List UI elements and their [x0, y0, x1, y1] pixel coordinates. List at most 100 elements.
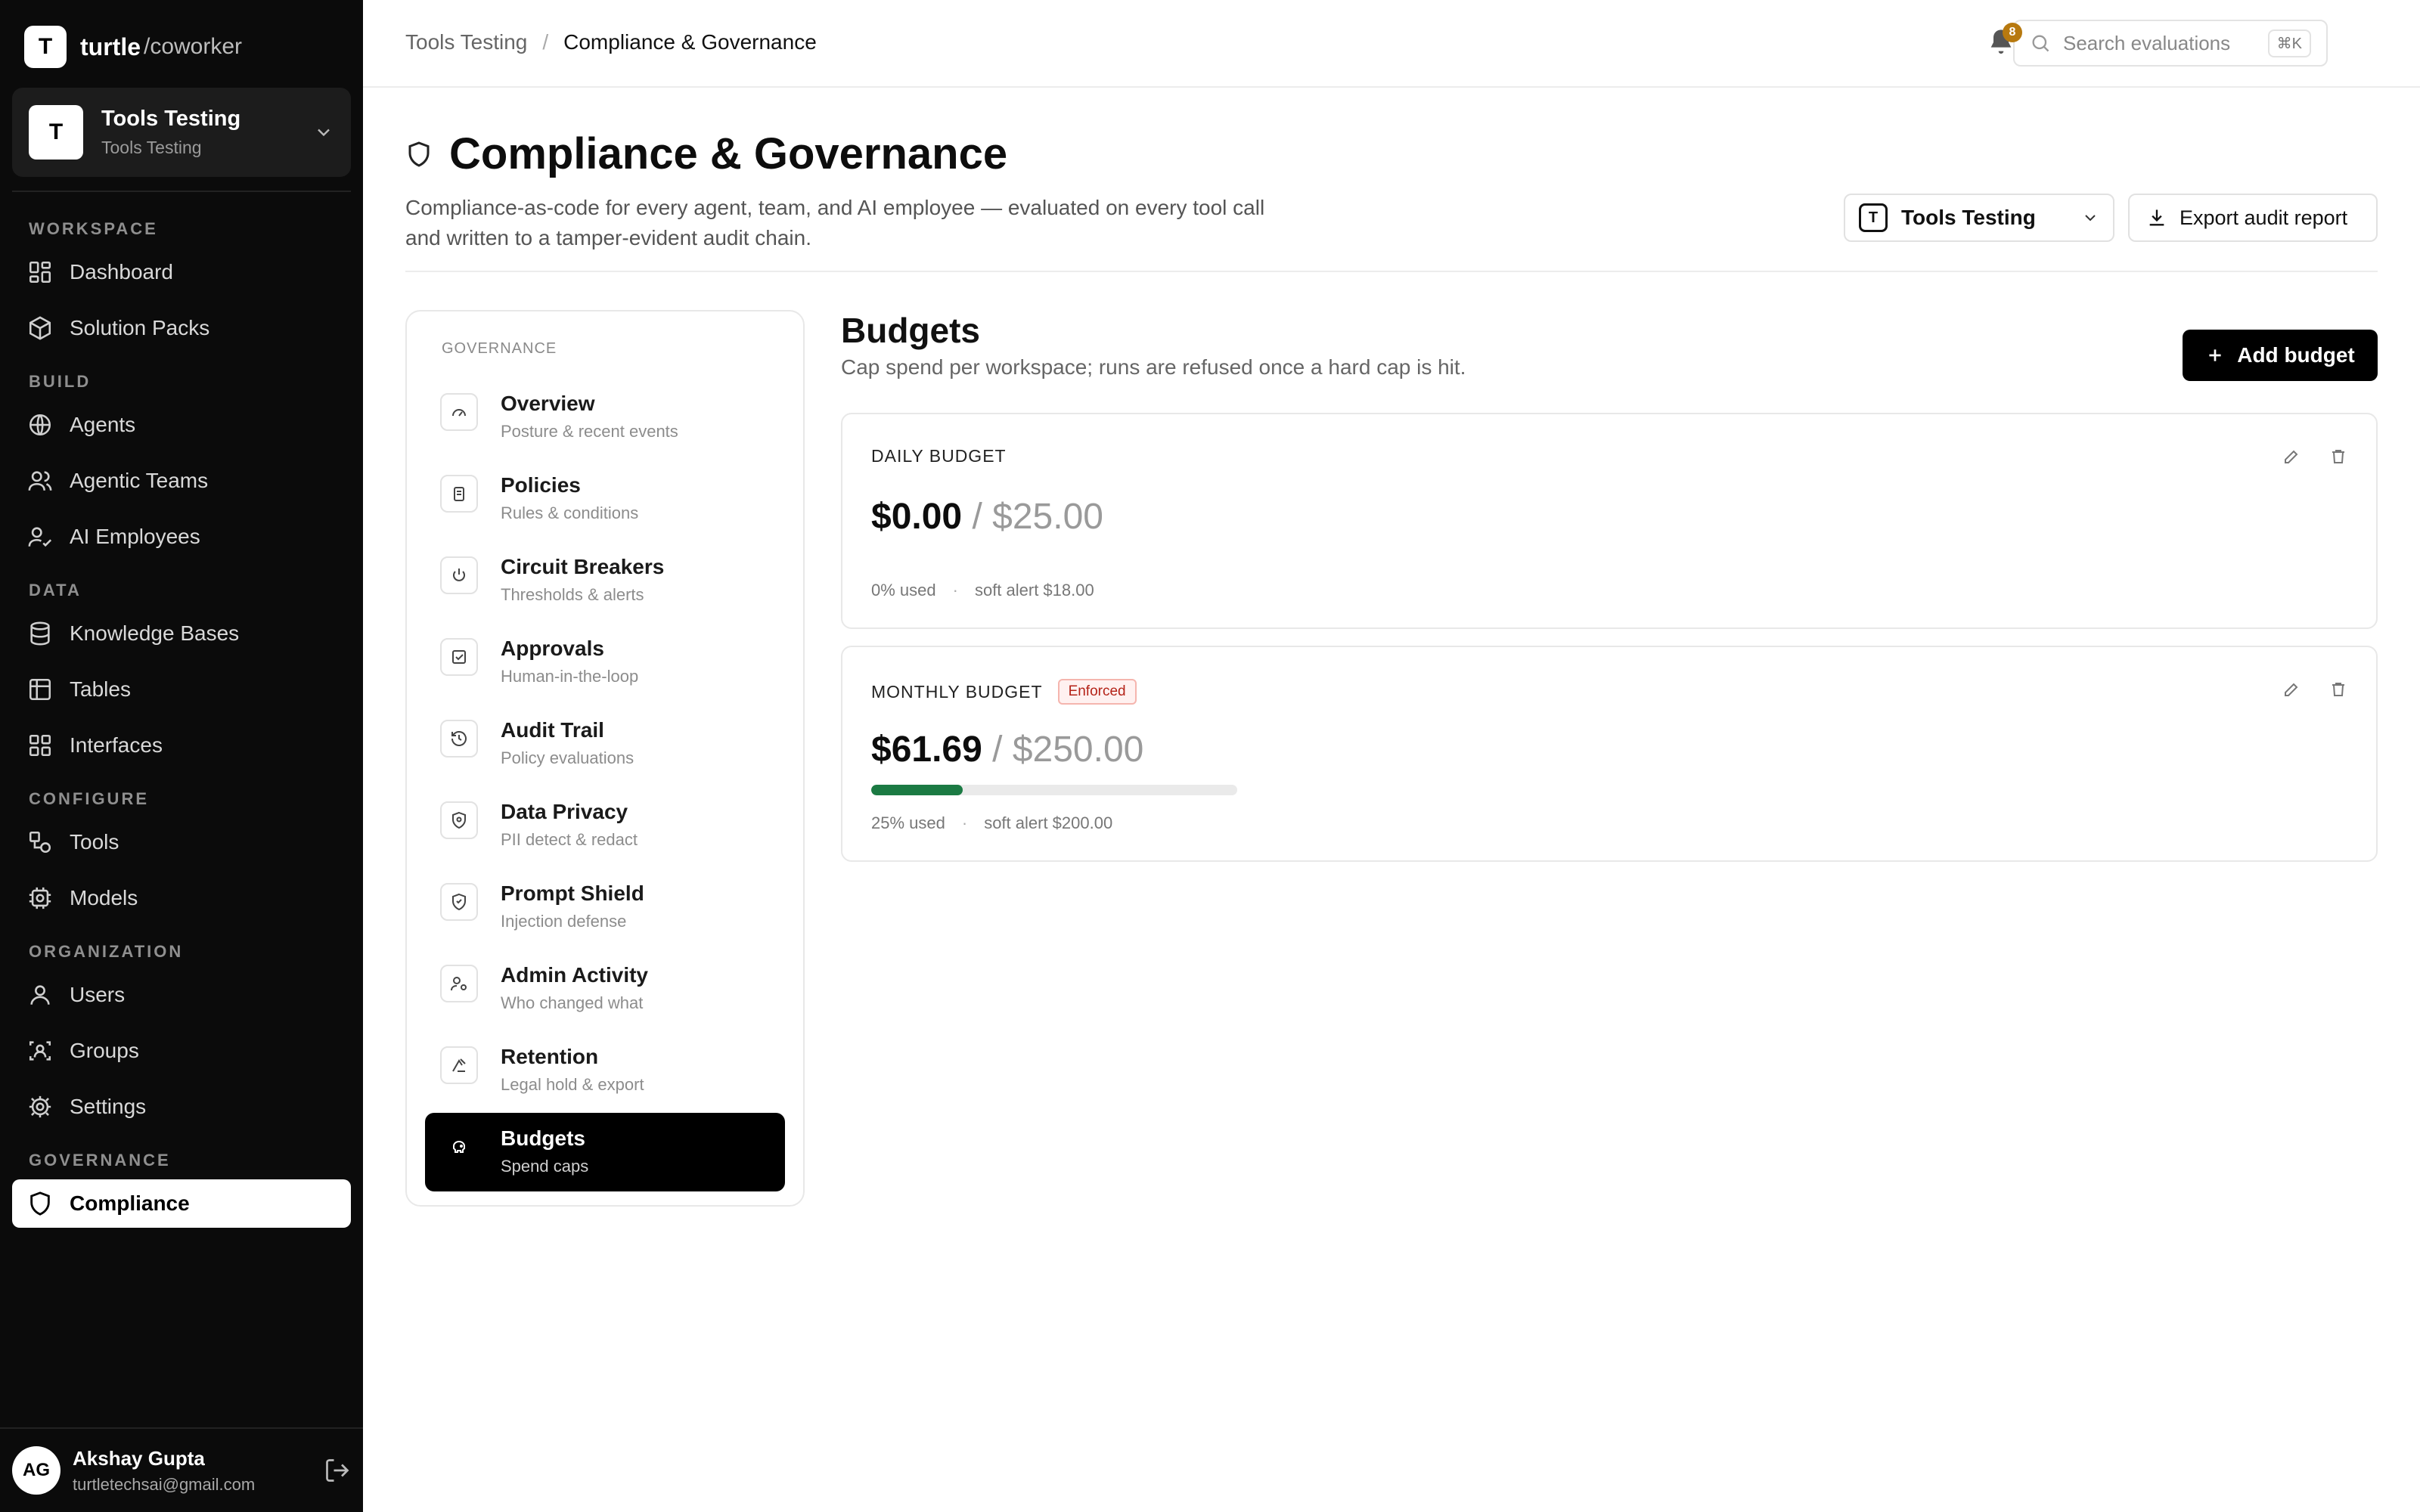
gov-nav-sub: Injection defense: [501, 912, 627, 931]
gov-nav-sub: Rules & conditions: [501, 503, 639, 522]
cpu-icon: [29, 887, 51, 909]
database-icon: [30, 621, 50, 646]
sidebar-item-tables[interactable]: Tables: [12, 665, 351, 714]
trash-icon[interactable]: [2329, 680, 2347, 699]
sidebar-item-ai-employees[interactable]: AI Employees: [12, 513, 351, 561]
section-data: DATA: [29, 581, 82, 600]
download-icon: [2149, 209, 2164, 226]
edit-icon[interactable]: [2282, 680, 2301, 699]
sidebar-item-users[interactable]: Users: [12, 971, 351, 1019]
gov-nav-admin-activity[interactable]: Admin Activity Who changed what: [425, 950, 785, 1028]
sidebar-item-label: Agents: [70, 413, 136, 436]
gov-nav-retention[interactable]: Retention Legal hold & export: [425, 1031, 785, 1110]
gov-nav-audit-trail[interactable]: Audit Trail Policy evaluations: [425, 705, 785, 783]
budget-footer: 25% used · soft alert $200.00: [871, 813, 1113, 832]
breadcrumb-workspace[interactable]: Tools Testing: [405, 30, 527, 54]
workspace-select-avatar: T: [1859, 203, 1888, 232]
shield-alert-icon: [452, 893, 466, 911]
search-input[interactable]: [2063, 31, 2268, 55]
budget-progress-fill: [871, 785, 963, 795]
add-budget-button[interactable]: Add budget: [2183, 330, 2378, 381]
sidebar-item-label: Settings: [70, 1095, 147, 1118]
page-description: Compliance-as-code for every agent, team…: [405, 196, 1265, 249]
sidebar-item-settings[interactable]: Settings: [12, 1083, 351, 1131]
budget-soft-alert: soft alert $200.00: [984, 813, 1113, 832]
section-build: BUILD: [29, 372, 92, 391]
user-email: turtletechsai@gmail.com: [73, 1474, 256, 1494]
budgets-title: Budgets: [841, 311, 980, 350]
package-icon: [29, 316, 51, 340]
sidebar-item-groups[interactable]: Groups: [12, 1027, 351, 1075]
breadcrumb: Tools Testing / Compliance & Governance: [405, 30, 817, 54]
gov-nav-prompt-shield[interactable]: Prompt Shield Injection defense: [425, 868, 785, 947]
sidebar-item-models[interactable]: Models: [12, 874, 351, 922]
budgets-description: Cap spend per workspace; runs are refuse…: [841, 355, 1466, 379]
history-icon: [451, 731, 467, 746]
governance-section-title: GOVERNANCE: [442, 340, 557, 357]
shield-lock-icon: [452, 811, 466, 829]
budget-spent: $61.69: [871, 730, 982, 770]
page-title: Compliance & Governance: [449, 129, 1008, 178]
gov-nav-sub: Spend caps: [501, 1157, 589, 1176]
user-name: Akshay Gupta: [73, 1446, 205, 1470]
check-square-icon: [452, 650, 466, 664]
gov-nav-circuit-breakers[interactable]: Circuit Breakers Thresholds & alerts: [425, 541, 785, 620]
sidebar-item-tools[interactable]: Tools: [12, 818, 351, 866]
add-budget-label: Add budget: [2237, 343, 2355, 367]
edit-icon[interactable]: [2282, 448, 2301, 466]
budget-amount: $0.00 / $25.00: [871, 496, 1103, 538]
notification-badge: 8: [2003, 23, 2022, 42]
gov-nav-label: Prompt Shield: [501, 881, 644, 905]
sidebar-item-label: Compliance: [70, 1191, 190, 1215]
workspace-switcher[interactable]: T Tools Testing Tools Testing: [12, 88, 351, 177]
sidebar-item-knowledge-bases[interactable]: Knowledge Bases: [12, 609, 351, 658]
export-audit-report-button[interactable]: Export audit report: [2128, 194, 2378, 242]
section-governance: GOVERNANCE: [29, 1151, 171, 1170]
sidebar-item-compliance[interactable]: Compliance: [12, 1179, 351, 1228]
trash-icon[interactable]: [2329, 448, 2347, 466]
budget-label: MONTHLY BUDGET: [871, 681, 1043, 702]
sidebar-item-agentic-teams[interactable]: Agentic Teams: [12, 457, 351, 505]
gov-nav-budgets[interactable]: Budgets Spend caps: [425, 1113, 785, 1191]
users-icon: [28, 471, 52, 491]
sidebar-item-agents[interactable]: Agents: [12, 401, 351, 449]
shapes-icon: [29, 831, 51, 854]
user-cog-icon: [451, 977, 467, 991]
sidebar-item-interfaces[interactable]: Interfaces: [12, 721, 351, 770]
gov-nav-label: Data Privacy: [501, 800, 628, 823]
gov-nav-overview[interactable]: Overview Posture & recent events: [425, 378, 785, 457]
brand-logo: T: [24, 26, 67, 68]
budget-progress-bar: [871, 785, 1237, 795]
sidebar-item-label: Solution Packs: [70, 316, 210, 339]
page-header: Compliance & Governance Compliance-as-co…: [405, 129, 2378, 272]
archive-icon: [452, 1058, 466, 1072]
breadcrumb-separator: /: [542, 30, 549, 54]
breadcrumb-current: Compliance & Governance: [563, 30, 817, 54]
gov-nav-sub: Who changed what: [501, 993, 644, 1012]
gov-nav-sub: Legal hold & export: [501, 1075, 644, 1094]
search-box[interactable]: ⌘K: [2013, 20, 2328, 67]
budget-amount: $61.69 / $250.00: [871, 729, 1143, 770]
section-organization: ORGANIZATION: [29, 942, 184, 961]
workspace-subtitle: Tools Testing: [101, 138, 202, 157]
shield-icon: [408, 141, 430, 167]
brand[interactable]: T turtle /coworker: [24, 26, 242, 68]
gov-nav-data-privacy[interactable]: Data Privacy PII detect & redact: [425, 786, 785, 865]
workspace-title: Tools Testing: [101, 107, 241, 131]
piggy-bank-icon: [453, 1141, 465, 1153]
workspace-select-label: Tools Testing: [1901, 206, 2036, 229]
section-workspace: WORKSPACE: [29, 219, 158, 238]
gov-nav-approvals[interactable]: Approvals Human-in-the-loop: [425, 623, 785, 702]
layout-icon: [29, 734, 51, 757]
gov-nav-label: Budgets: [501, 1126, 585, 1150]
gov-nav-label: Retention: [501, 1045, 599, 1068]
governance-nav: GOVERNANCE Overview Posture & recent even…: [405, 310, 805, 1207]
gov-nav-label: Approvals: [501, 637, 604, 660]
sidebar-item-dashboard[interactable]: Dashboard: [12, 248, 351, 296]
workspace-select[interactable]: T Tools Testing: [1844, 194, 2114, 242]
user-profile[interactable]: AG Akshay Gupta turtletechsai@gmail.com: [0, 1427, 363, 1512]
gov-nav-policies[interactable]: Policies Rules & conditions: [425, 460, 785, 538]
logout-icon[interactable]: [324, 1457, 351, 1484]
search-shortcut: ⌘K: [2267, 29, 2311, 57]
sidebar-item-solution-packs[interactable]: Solution Packs: [12, 304, 351, 352]
